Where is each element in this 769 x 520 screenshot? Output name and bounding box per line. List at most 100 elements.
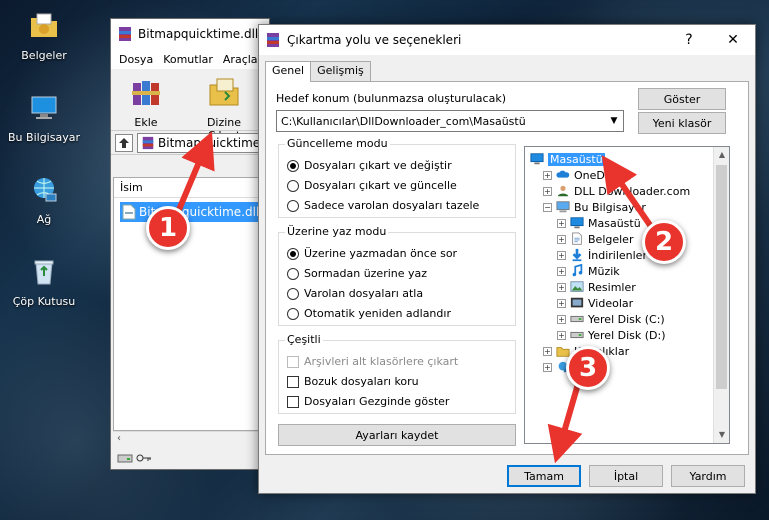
scroll-down-icon[interactable]: ▼: [714, 427, 729, 443]
key-icon: [136, 454, 151, 462]
up-folder-button[interactable]: [115, 133, 133, 152]
computer-icon: [556, 201, 570, 213]
destination-value: C:\Kullanıcılar\DllDownloader_com\Masaüs…: [281, 114, 526, 128]
scroll-thumb[interactable]: [716, 165, 727, 389]
desktop-icon-network[interactable]: Ağ: [6, 174, 82, 226]
winrar-menubar: Dosya Komutlar Araçla: [111, 49, 269, 69]
tree-item[interactable]: + Yerel Disk (C:): [557, 311, 665, 327]
overwrite-mode-title: Üzerine yaz modu: [285, 225, 389, 238]
radio-button[interactable]: [287, 267, 299, 280]
extract-dialog: Çıkartma yolu ve seçenekleri ? ✕ Genel G…: [258, 24, 756, 494]
option-label: Sadece varolan dosyaları tazele: [304, 199, 480, 212]
ok-button[interactable]: Tamam: [507, 465, 581, 487]
tree-item[interactable]: + Müzik: [557, 263, 620, 279]
desktop-icon-label: Çöp Kutusu: [12, 295, 76, 308]
show-button[interactable]: Göster: [638, 88, 726, 110]
dialog-titlebar[interactable]: Çıkartma yolu ve seçenekleri ? ✕: [259, 25, 755, 55]
menu-araclar[interactable]: Araçla: [223, 53, 258, 66]
menu-komutlar[interactable]: Komutlar: [163, 53, 213, 66]
tool-extract-to-button[interactable]: Dizine Çıkart: [189, 73, 259, 142]
tree-item[interactable]: + Belgeler: [557, 231, 633, 247]
menu-dosya[interactable]: Dosya: [119, 53, 153, 66]
cancel-button[interactable]: İptal: [589, 465, 663, 487]
winrar-app-icon: [267, 33, 279, 47]
file-row[interactable]: Bitmapquicktime.dll: [120, 202, 268, 222]
expand-icon[interactable]: +: [557, 282, 566, 292]
desktop-icon-recycle-bin[interactable]: Çöp Kutusu: [6, 256, 82, 308]
tree-item[interactable]: + Masaüstü: [557, 215, 641, 231]
tree-item[interactable]: − Bu Bilgisayar: [543, 199, 646, 215]
horizontal-scrollbar[interactable]: ‹: [113, 431, 269, 447]
tree-item[interactable]: Masaüstü: [529, 151, 605, 167]
expand-icon[interactable]: +: [543, 186, 552, 196]
tree-item[interactable]: + OneDrive: [543, 167, 626, 183]
expand-icon[interactable]: +: [557, 330, 566, 340]
desktop-icon-label: Belgeler: [21, 49, 67, 62]
collapse-icon[interactable]: −: [543, 202, 552, 212]
tool-add-button[interactable]: Ekle: [117, 73, 175, 129]
expand-icon[interactable]: +: [557, 266, 566, 276]
expand-icon[interactable]: +: [557, 218, 566, 228]
radio-button[interactable]: [287, 199, 299, 212]
checkbox[interactable]: [287, 395, 299, 408]
radio-button[interactable]: [287, 247, 299, 260]
expand-icon[interactable]: +: [557, 298, 566, 308]
option-label: Arşivleri alt klasörlere çıkart: [304, 355, 459, 368]
desktop-icon-documents[interactable]: Belgeler: [6, 10, 82, 62]
new-folder-button[interactable]: Yeni klasör: [638, 112, 726, 134]
winrar-titlebar[interactable]: Bitmapquicktime.dll.z: [111, 19, 269, 49]
desktop-icon: [530, 153, 544, 165]
update-option-replace[interactable]: Dosyaları çıkart ve değiştir: [287, 159, 452, 172]
expand-icon[interactable]: +: [543, 170, 552, 180]
destination-combobox[interactable]: C:\Kullanıcılar\DllDownloader_com\Masaüs…: [276, 110, 624, 132]
overwrite-option-rename[interactable]: Otomatik yeniden adlandır: [287, 307, 451, 320]
update-option-refresh[interactable]: Sadece varolan dosyaları tazele: [287, 199, 479, 212]
scroll-up-icon[interactable]: ▲: [714, 147, 729, 163]
downloads-icon: [572, 248, 582, 262]
folder-tree[interactable]: Masaüstü + OneDrive + DLL Downloader.com − Bu …: [524, 146, 730, 444]
radio-button[interactable]: [287, 159, 299, 172]
save-settings-button[interactable]: Ayarları kaydet: [278, 424, 516, 446]
expand-icon[interactable]: +: [557, 250, 566, 260]
help-button[interactable]: Yardım: [671, 465, 745, 487]
expand-icon[interactable]: +: [557, 314, 566, 324]
misc-option-keep-broken[interactable]: Bozuk dosyaları koru: [287, 375, 419, 388]
expand-icon[interactable]: +: [543, 346, 552, 356]
radio-button[interactable]: [287, 307, 299, 320]
network-icon: [34, 178, 57, 202]
checkbox[interactable]: [287, 375, 299, 388]
tree-vertical-scrollbar[interactable]: ▲ ▼: [713, 147, 729, 443]
column-header-name[interactable]: İsim: [114, 178, 268, 198]
overwrite-option-skip[interactable]: Varolan dosyaları atla: [287, 287, 423, 300]
chevron-down-icon[interactable]: ▼: [605, 116, 623, 126]
dll-file-icon: [122, 204, 136, 220]
extract-folder-icon: [209, 78, 239, 106]
tree-item-label: DLL Downloader.com: [574, 184, 691, 198]
misc-title: Çeşitli: [285, 333, 323, 346]
tab-gelismis[interactable]: Gelişmiş: [310, 61, 371, 81]
radio-button[interactable]: [287, 179, 299, 192]
overwrite-option-noask[interactable]: Sormadan üzerine yaz: [287, 267, 427, 280]
tree-item[interactable]: + Resimler: [557, 279, 636, 295]
tree-item-label: Videolar: [588, 296, 634, 310]
tree-item[interactable]: + Yerel Disk (D:): [557, 327, 666, 343]
tree-item-label: Yerel Disk (D:): [588, 328, 666, 342]
expand-icon[interactable]: +: [557, 234, 566, 244]
misc-option-subfolders: Arşivleri alt klasörlere çıkart: [287, 355, 458, 368]
tree-item[interactable]: + DLL Downloader.com: [543, 183, 690, 199]
expand-icon[interactable]: +: [543, 362, 552, 372]
close-icon[interactable]: ✕: [711, 25, 755, 55]
scroll-left-icon[interactable]: ‹: [117, 433, 121, 444]
misc-option-show-explorer[interactable]: Dosyaları Gezginde göster: [287, 395, 449, 408]
tree-item[interactable]: + İndirilenler: [557, 247, 647, 263]
tree-item[interactable]: + Videolar: [557, 295, 633, 311]
overwrite-option-ask[interactable]: Üzerine yazmadan önce sor: [287, 247, 457, 260]
tab-genel[interactable]: Genel: [265, 61, 312, 82]
help-title-button[interactable]: ?: [667, 25, 711, 55]
update-option-update[interactable]: Dosyaları çıkart ve güncelle: [287, 179, 457, 192]
desktop-icon-this-pc[interactable]: Bu Bilgisayar: [6, 92, 82, 144]
radio-button[interactable]: [287, 287, 299, 300]
winrar-app-icon: [119, 27, 131, 41]
address-field[interactable]: Bitmapquicktime: [137, 132, 265, 153]
winrar-window: Bitmapquicktime.dll.z Dosya Komutlar Ara…: [110, 18, 270, 470]
